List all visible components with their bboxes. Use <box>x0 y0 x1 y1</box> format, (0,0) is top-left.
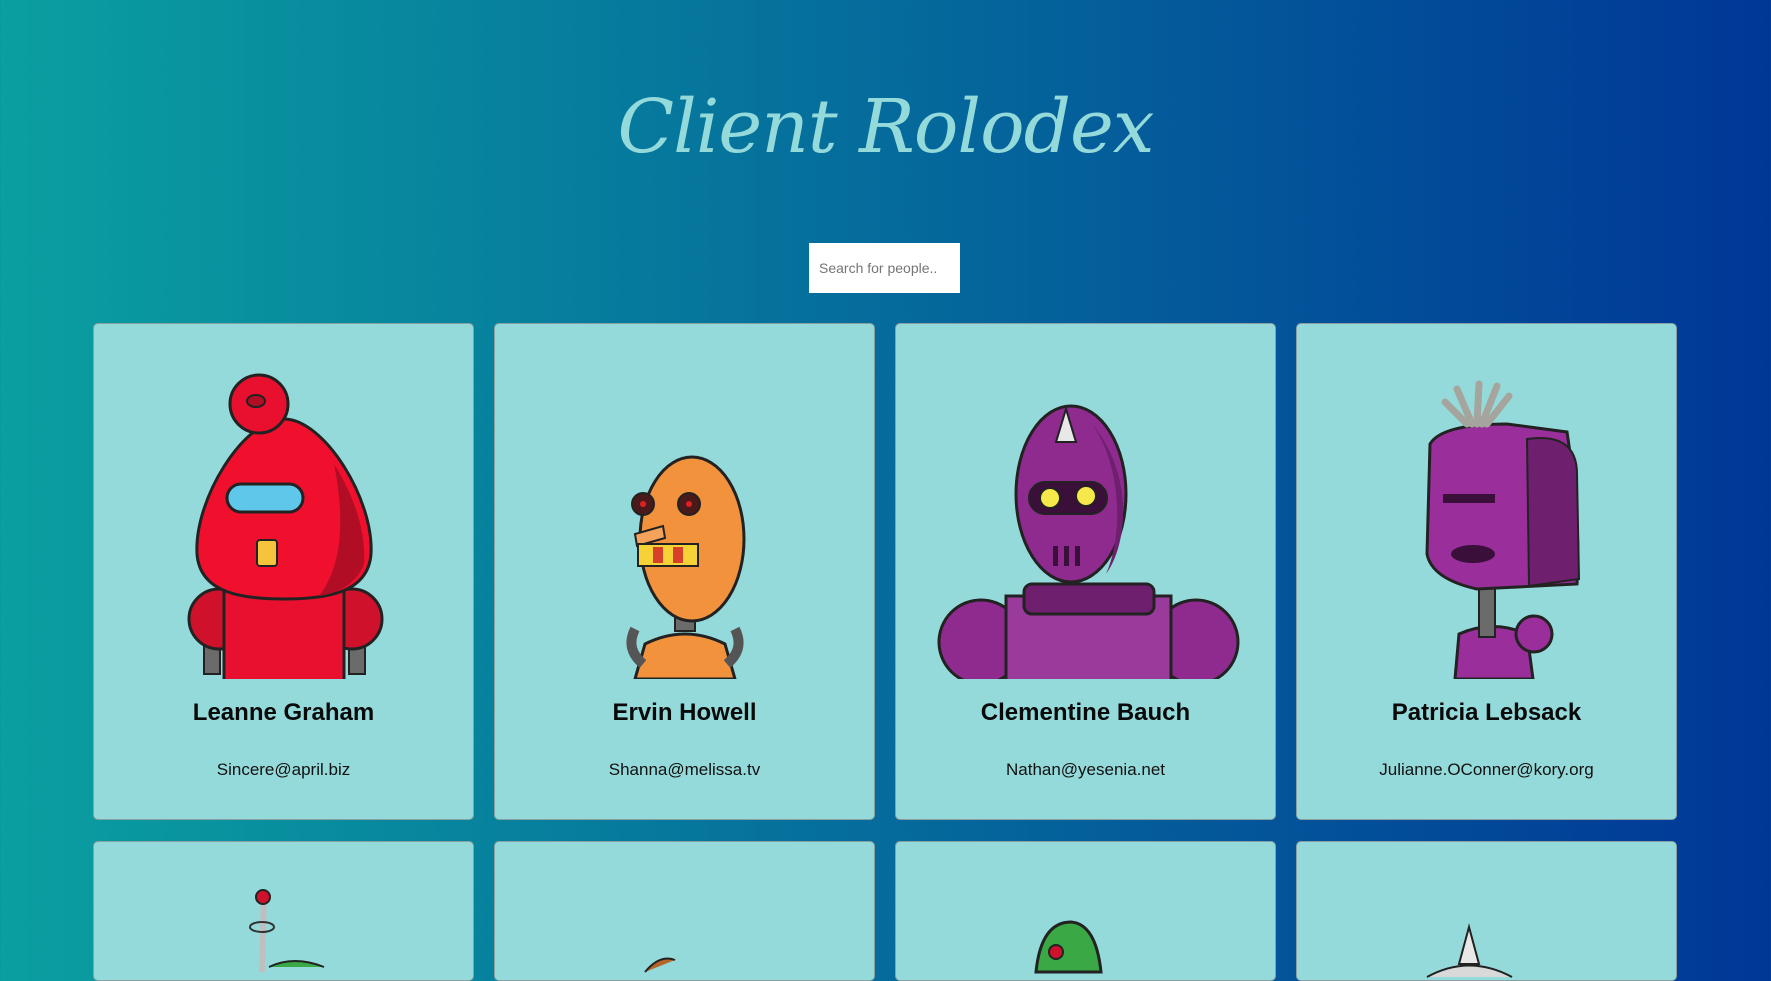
purple-robot-icon <box>937 404 1240 679</box>
monster-card[interactable]: Leanne Graham Sincere@april.biz <box>93 323 474 820</box>
monster-card[interactable] <box>93 841 474 981</box>
orange-robot-icon <box>626 455 746 679</box>
card-name: Clementine Bauch <box>980 699 1191 726</box>
purple-robot-icon <box>1425 380 1581 679</box>
green-robot-icon <box>1034 920 1103 974</box>
red-robot-icon <box>187 373 384 679</box>
green-robot-icon <box>249 889 325 973</box>
card-email: Shanna@melissa.tv <box>608 760 761 779</box>
monster-card[interactable]: Clementine Bauch Nathan@yesenia.net <box>895 323 1276 820</box>
search-input[interactable] <box>809 243 960 293</box>
monster-card[interactable]: Patricia Lebsack Julianne.OConner@kory.o… <box>1296 323 1677 820</box>
card-name: Patricia Lebsack <box>1391 699 1582 726</box>
monster-card[interactable]: Ervin Howell Shanna@melissa.tv <box>494 323 875 820</box>
card-email: Sincere@april.biz <box>216 760 351 779</box>
card-name: Ervin Howell <box>612 699 757 726</box>
monster-card[interactable] <box>494 841 875 981</box>
page-title: Client Rolodex <box>617 84 1154 170</box>
card-email: Julianne.OConner@kory.org <box>1379 760 1594 779</box>
card-email: Nathan@yesenia.net <box>1005 760 1166 779</box>
brown-robot-icon <box>644 957 676 973</box>
spiked-robot-icon <box>1426 923 1513 978</box>
monster-card[interactable] <box>1296 841 1677 981</box>
card-name: Leanne Graham <box>192 699 375 726</box>
monster-card[interactable] <box>895 841 1276 981</box>
